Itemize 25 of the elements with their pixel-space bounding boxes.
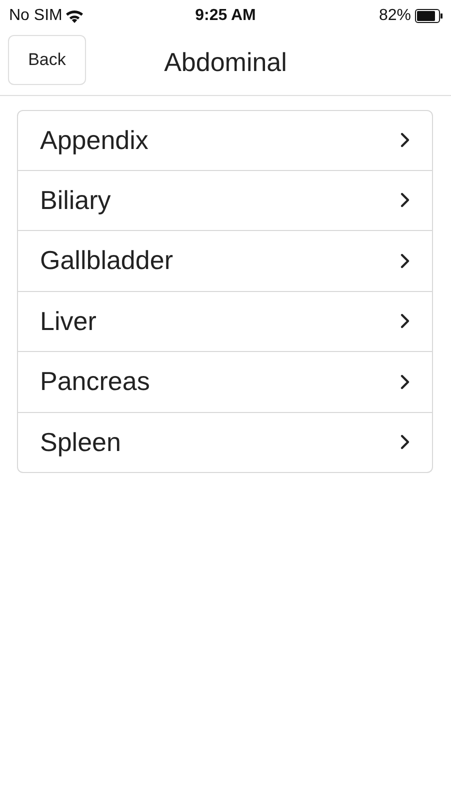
list-item[interactable]: Gallbladder [17,231,433,292]
page-title: Abdominal [164,47,287,77]
battery-percent: 82% [378,6,411,26]
item-label: Liver [40,304,96,338]
item-label: Spleen [40,426,121,459]
list-item[interactable]: Liver [17,292,433,352]
chevron-right-icon [400,192,410,208]
chevron-right-icon [400,374,410,390]
list-item[interactable]: Biliary [17,170,433,231]
chevron-right-icon [400,132,410,148]
clock-time: 9:25 AM [195,7,256,24]
chevron-right-icon [400,313,410,330]
item-label: Pancreas [40,365,150,398]
carrier-label: No SIM [9,6,62,26]
item-label: Appendix [40,124,148,157]
item-label: Biliary [40,184,111,217]
battery-icon [415,9,443,23]
list-item[interactable]: Pancreas [17,352,433,412]
item-label: Gallbladder [40,244,173,278]
chevron-right-icon [400,252,410,269]
chevron-right-icon [400,434,410,450]
list-item[interactable]: Appendix [17,110,433,170]
list-item[interactable]: Spleen [17,412,433,473]
back-button[interactable]: Back [8,35,86,85]
wifi-icon [66,10,84,22]
